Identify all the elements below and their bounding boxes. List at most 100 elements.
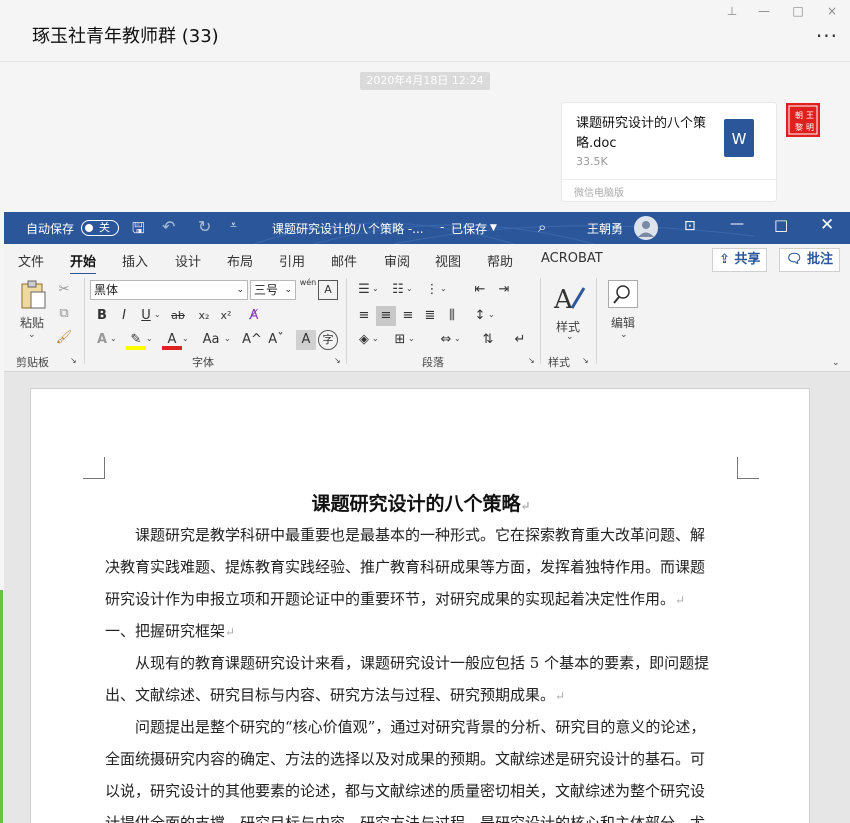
text-effects-icon[interactable]: A [92, 330, 112, 350]
sort-icon[interactable]: ⇅ [478, 330, 498, 350]
font-name-select[interactable]: 黑体 ⌄ [90, 280, 248, 300]
tab-design[interactable]: 设计 [175, 251, 201, 270]
collapse-ribbon-icon[interactable]: ⌄ [832, 358, 840, 368]
paragraph-line[interactable]: 全面统摄研究内容的确定、方法的选择以及对成果的预期。文献综述是研究设计的基石。可 [105, 743, 741, 775]
paragraph-line[interactable]: 出、文献综述、研究目标与内容、研究方法与过程、研究预期成果。↵ [105, 679, 741, 712]
distributed-icon[interactable]: ⫼ [442, 306, 462, 326]
file-message-card[interactable]: 课题研究设计的八个策略.doc 33.5K W 微信电脑版 [561, 102, 777, 202]
italic-icon[interactable]: I [114, 306, 134, 326]
paste-dropdown-icon[interactable]: ⌄ [28, 330, 36, 340]
user-name[interactable]: 王朝勇 [587, 220, 623, 237]
bold-icon[interactable]: B [92, 306, 112, 326]
superscript-icon[interactable]: x² [216, 306, 236, 326]
justify-icon[interactable]: ≣ [420, 306, 440, 326]
paragraph-line[interactable]: 以说，研究设计的其他要素的论述，都与文献综述的质量密切相关，文献综述为整个研究设 [105, 775, 741, 807]
more-icon[interactable]: ··· [816, 24, 838, 48]
asian-layout-icon[interactable]: ⇔ [436, 330, 456, 350]
paragraph-line[interactable]: 从现有的教育课题研究设计来看，课题研究设计一般应包括 5 个基本的要素，即问题提 [105, 647, 741, 679]
multilevel-dropdown-icon[interactable]: ⌄ [440, 284, 447, 293]
styles-launcher-icon[interactable]: ↘ [582, 356, 589, 365]
numbering-dropdown-icon[interactable]: ⌄ [406, 284, 413, 293]
save-status[interactable]: 已保存 [451, 220, 487, 237]
line-spacing-icon[interactable]: ↕ [470, 306, 490, 326]
tab-view[interactable]: 视图 [435, 251, 461, 270]
sender-avatar[interactable]: 朝 王 黎 明 [786, 103, 820, 137]
highlight-dropdown-icon[interactable]: ⌄ [146, 334, 153, 343]
font-size-select[interactable]: 三号 ⌄ [250, 280, 296, 300]
ribbon-display-icon[interactable]: ⊡ [684, 218, 696, 234]
tab-review[interactable]: 审阅 [384, 251, 410, 270]
change-case-icon[interactable]: Aa [198, 330, 224, 350]
undo-icon[interactable]: ↶ [162, 217, 175, 236]
text-effects-dropdown-icon[interactable]: ⌄ [110, 334, 117, 343]
multilevel-list-icon[interactable]: ⋮ [422, 280, 442, 300]
shading-dropdown-icon[interactable]: ⌄ [372, 334, 379, 343]
highlight-icon[interactable]: ✎ [126, 330, 146, 350]
tab-layout[interactable]: 布局 [227, 251, 253, 270]
tab-acrobat[interactable]: ACROBAT [541, 251, 603, 266]
maximize-icon[interactable]: □ [788, 4, 808, 18]
autosave-toggle[interactable]: 关 [81, 220, 119, 236]
line-spacing-dropdown-icon[interactable]: ⌄ [488, 310, 495, 319]
paragraph-launcher-icon[interactable]: ↘ [528, 356, 535, 365]
borders-icon[interactable]: ⊞ [390, 330, 410, 350]
underline-icon[interactable]: U [136, 306, 156, 326]
comments-button[interactable]: 🗨 批注 [779, 248, 841, 272]
save-icon[interactable]: 🖫 [132, 218, 145, 243]
align-right-icon[interactable]: ≡ [398, 306, 418, 326]
tab-mailings[interactable]: 邮件 [331, 251, 357, 270]
clipboard-launcher-icon[interactable]: ↘ [70, 356, 77, 365]
underline-dropdown-icon[interactable]: ⌄ [154, 310, 161, 319]
save-status-dropdown-icon[interactable]: ▼ [490, 223, 497, 233]
char-shading-icon[interactable]: A [296, 330, 316, 350]
tab-file[interactable]: 文件 [18, 251, 44, 270]
cut-icon[interactable]: ✂ [54, 280, 74, 300]
share-button[interactable]: ⇪ 共享 [712, 248, 768, 272]
copy-icon[interactable]: ⧉ [54, 304, 74, 324]
bullets-icon[interactable]: ☰ [354, 280, 374, 300]
increase-indent-icon[interactable]: ⇥ [494, 280, 514, 300]
show-marks-icon[interactable]: ↵ [510, 330, 530, 350]
format-painter-icon[interactable]: 🖌 [54, 328, 74, 348]
minimize-icon[interactable]: — [754, 4, 774, 18]
numbering-icon[interactable]: ☷ [388, 280, 408, 300]
paragraph-line[interactable]: 计提供全面的支撑。研究目标与内容、研究方法与过程，是研究设计的核心和主体部分，尤 [105, 807, 741, 823]
borders-dropdown-icon[interactable]: ⌄ [408, 334, 415, 343]
search-icon[interactable]: ⌕ [538, 218, 546, 236]
pin-icon[interactable]: ⊥ [722, 4, 742, 18]
styles-gallery-icon[interactable]: A [552, 282, 588, 316]
enclose-characters-icon[interactable]: 字 [318, 330, 338, 350]
editing-dropdown-icon[interactable]: ⌄ [620, 330, 628, 340]
strikethrough-icon[interactable]: ab [168, 306, 188, 326]
word-maximize-icon[interactable]: □ [774, 216, 788, 234]
decrease-indent-icon[interactable]: ⇤ [470, 280, 490, 300]
close-icon[interactable]: × [822, 4, 842, 18]
word-minimize-icon[interactable]: — [730, 216, 744, 232]
tab-insert[interactable]: 插入 [122, 251, 148, 270]
font-launcher-icon[interactable]: ↘ [334, 356, 341, 365]
customize-toolbar-icon[interactable]: ⩡ [230, 218, 237, 233]
asian-layout-dropdown-icon[interactable]: ⌄ [454, 334, 461, 343]
font-color-icon[interactable]: A [162, 330, 182, 350]
align-left-icon[interactable]: ≡ [354, 306, 374, 326]
paste-label[interactable]: 粘贴 [20, 314, 44, 331]
find-icon[interactable] [608, 280, 638, 308]
redo-icon[interactable]: ↻ [198, 217, 211, 236]
bullets-dropdown-icon[interactable]: ⌄ [372, 284, 379, 293]
paragraph-line[interactable]: 研究设计作为申报立项和开题论证中的重要环节，对研究成果的实现起着决定性作用。↵ [105, 583, 741, 616]
tab-home[interactable]: 开始 [70, 251, 97, 276]
paragraph-line[interactable]: 问题提出是整个研究的“核心价值观”，通过对研究背景的分析、研究目的意义的论述， [105, 711, 741, 743]
paragraph-line[interactable]: 课题研究是教学科研中最重要也是最基本的一种形式。它在探索教育重大改革问题、解 [105, 519, 741, 551]
styles-dropdown-icon[interactable]: ⌄ [566, 332, 574, 342]
user-avatar[interactable] [634, 216, 658, 240]
document-heading[interactable]: 课题研究设计的八个策略↵ [31, 489, 811, 516]
shrink-font-icon[interactable]: Aˇ [266, 330, 286, 350]
tab-help[interactable]: 帮助 [487, 251, 513, 270]
font-color-dropdown-icon[interactable]: ⌄ [182, 334, 189, 343]
grow-font-icon[interactable]: A^ [242, 330, 262, 350]
paste-icon[interactable] [16, 280, 50, 310]
document-page[interactable]: 课题研究设计的八个策略↵ 课题研究是教学科研中最重要也是最基本的一种形式。它在探… [30, 388, 810, 823]
subscript-icon[interactable]: x₂ [194, 306, 214, 326]
paragraph-line[interactable]: 决教育实践难题、提炼教育实践经验、推广教育科研成果等方面，发挥着独特作用。而课题 [105, 551, 741, 583]
char-border-icon[interactable]: A [318, 280, 338, 300]
